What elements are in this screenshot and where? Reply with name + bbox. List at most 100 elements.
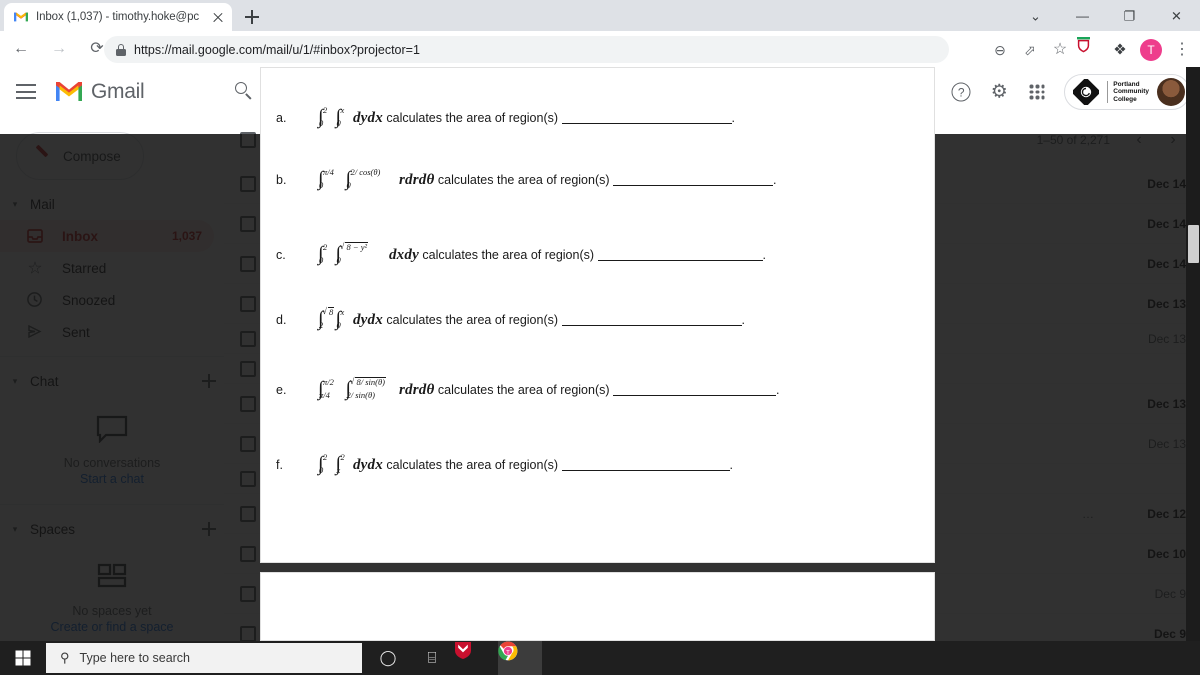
row-checkbox[interactable] [240, 435, 256, 452]
star-icon: ☆ [27, 258, 43, 278]
spaces-empty-state: No spaces yet Create or find a space [0, 545, 224, 641]
search-icon: ⚲ [60, 650, 70, 665]
chevron-down-icon: ▾ [12, 198, 18, 209]
question-text: calculates the area of region(s) [386, 111, 559, 125]
previous-page-button[interactable]: ‹ [1124, 125, 1154, 155]
portland-community-college-logo-icon [1071, 77, 1102, 107]
compose-button[interactable]: Compose [16, 132, 144, 180]
row-checkbox[interactable] [240, 215, 256, 232]
browser-menu-button[interactable]: ⋮ [1168, 36, 1196, 64]
answer-blank[interactable] [613, 175, 774, 186]
zoom-out-icon[interactable]: ⊖ [986, 36, 1014, 64]
taskbar-search-input[interactable]: ⚲ Type here to search [46, 643, 362, 673]
select-all-checkbox[interactable] [240, 132, 256, 148]
minimize-icon: — [1076, 8, 1089, 23]
new-tab-button[interactable] [240, 5, 264, 29]
browser-profile-avatar[interactable]: T [1140, 39, 1162, 61]
row-checkbox[interactable] [240, 175, 256, 192]
row-checkbox[interactable] [240, 625, 256, 641]
gmail-logo[interactable]: Gmail [54, 80, 145, 104]
row-checkbox[interactable] [240, 360, 256, 377]
sidebar-section-chat[interactable]: ▾ Chat [0, 365, 224, 397]
row-checkbox[interactable] [240, 295, 256, 312]
close-icon: ✕ [1171, 8, 1182, 23]
start-a-chat-link[interactable]: Start a chat [0, 472, 224, 486]
mcafee-icon[interactable] [454, 641, 498, 675]
pencil-icon [33, 144, 51, 165]
window-minimize-button[interactable]: — [1059, 0, 1106, 31]
organization-badge[interactable]: Portland Community College [1064, 74, 1190, 110]
question-text: calculates the area of region(s) [422, 248, 595, 262]
taskbar-apps: ◯ ⌸ T [366, 641, 542, 675]
avatar[interactable] [1157, 78, 1185, 106]
row-checkbox[interactable] [240, 545, 256, 562]
bookmark-star-icon[interactable]: ☆ [1046, 36, 1074, 64]
sidebar-item-label: Inbox [62, 228, 98, 244]
question-letter: f. [276, 458, 283, 472]
url-text: https://mail.google.com/mail/u/1/#inbox?… [134, 42, 420, 57]
sidebar-item-sent[interactable]: Sent [0, 316, 214, 348]
period: . [729, 458, 734, 472]
question-body: ∫82∫x0dydx calculates the area of region… [318, 306, 745, 331]
spaces-empty-text: No spaces yet [72, 604, 152, 618]
search-icon[interactable] [232, 79, 256, 103]
windows-start-icon[interactable] [0, 641, 46, 675]
differential: dydx [352, 312, 383, 328]
row-checkbox[interactable] [240, 395, 256, 412]
back-button[interactable]: ← [4, 32, 38, 66]
sidebar-section-mail[interactable]: ▾ Mail [0, 188, 224, 220]
answer-blank[interactable] [613, 385, 777, 396]
answer-blank[interactable] [597, 250, 763, 261]
sidebar-item-label: Sent [62, 324, 90, 340]
google-apps-grid-icon[interactable] [1020, 75, 1054, 109]
forward-button[interactable]: → [42, 32, 76, 66]
address-bar[interactable]: https://mail.google.com/mail/u/1/#inbox?… [104, 36, 949, 63]
next-page-button[interactable]: › [1158, 125, 1188, 155]
sidebar-item-starred[interactable]: ☆ Starred [0, 252, 214, 284]
add-chat-button[interactable] [194, 366, 224, 396]
browser-tab[interactable]: Inbox (1,037) - timothy.hoke@pc [4, 3, 232, 31]
extensions-puzzle-icon[interactable]: ❖ [1106, 36, 1134, 64]
mail-attachment-dots: … [1082, 506, 1094, 521]
browser-tab-strip: Inbox (1,037) - timothy.hoke@pc ⌄ — ❐ ✕ [0, 0, 1200, 31]
cortana-icon[interactable]: ◯ [366, 641, 410, 675]
create-or-find-space-link[interactable]: Create or find a space [0, 620, 224, 634]
question-text: calculates the area of region(s) [386, 458, 559, 472]
answer-blank[interactable] [561, 113, 732, 124]
scrollbar-thumb[interactable] [1188, 225, 1199, 263]
windows-taskbar: ⚲ Type here to search ◯ ⌸ T [0, 641, 1200, 675]
sidebar-section-spaces[interactable]: ▾ Spaces [0, 513, 224, 545]
browser-tab-title: Inbox (1,037) - timothy.hoke@pc [36, 11, 200, 23]
sidebar-item-snoozed[interactable]: Snoozed [0, 284, 214, 316]
gmail-favicon-icon [13, 9, 29, 25]
support-icon[interactable]: ? [944, 75, 978, 109]
row-checkbox[interactable] [240, 585, 256, 602]
differential: dxdy [388, 247, 419, 263]
row-checkbox[interactable] [240, 330, 256, 347]
page-scrollbar[interactable] [1186, 67, 1200, 641]
close-tab-icon[interactable] [210, 9, 226, 25]
window-maximize-button[interactable]: ❐ [1106, 0, 1153, 31]
answer-blank[interactable] [561, 460, 730, 471]
forward-arrow-icon: → [51, 40, 67, 57]
period: . [773, 173, 777, 187]
row-checkbox[interactable] [240, 255, 256, 272]
settings-gear-icon[interactable]: ⚙ [982, 75, 1016, 109]
worksheet-question: b. ∫ π/4 0 ∫ 2/ cos(θ) 0 rdrdθ calculates the a… [276, 167, 777, 191]
window-chevron-button[interactable]: ⌄ [1012, 0, 1059, 31]
share-icon[interactable]: ⬀ [1016, 36, 1044, 64]
sidebar-item-inbox[interactable]: Inbox 1,037 [0, 220, 214, 252]
question-body: ∫ π/4 0 ∫ 2/ cos(θ) 0 rdrdθ calculates the are… [318, 167, 777, 190]
extension-shield-icon[interactable] [1076, 36, 1104, 64]
answer-blank[interactable] [561, 315, 742, 326]
chrome-icon[interactable]: T [498, 641, 542, 675]
task-view-icon[interactable]: ⌸ [410, 641, 454, 675]
row-checkbox[interactable] [240, 470, 256, 487]
question-letter: e. [276, 383, 287, 397]
window-close-button[interactable]: ✕ [1153, 0, 1200, 31]
main-menu-hamburger-icon[interactable] [16, 84, 36, 99]
worksheet-question: e. ∫π/2π/4∫8/ sin(θ)2/ sin(θ)rdrdθ calcul… [276, 376, 780, 401]
inbox-unread-count: 1,037 [171, 229, 202, 243]
add-space-button[interactable] [194, 514, 224, 544]
row-checkbox[interactable] [240, 505, 256, 522]
